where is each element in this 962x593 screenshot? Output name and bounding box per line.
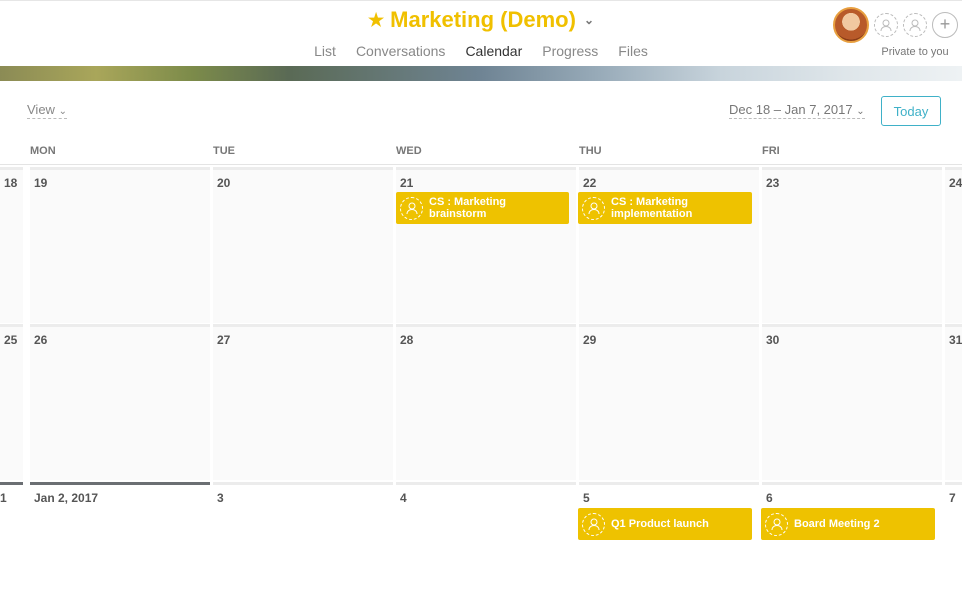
day-number: 26 <box>34 333 48 347</box>
calendar-day-cell[interactable]: 31 <box>945 324 962 480</box>
calendar-day-cell[interactable]: 29 <box>579 324 759 480</box>
day-number: 25 <box>4 333 18 347</box>
day-number: 24 <box>949 176 962 190</box>
plus-icon[interactable]: + <box>932 12 958 38</box>
day-number: Jan 2, 2017 <box>34 491 99 505</box>
calendar-day-cell[interactable]: 23 <box>762 167 942 323</box>
day-number: 21 <box>400 176 414 190</box>
user-placeholder-icon[interactable] <box>400 196 423 220</box>
calendar-event[interactable]: Board Meeting 2 <box>761 508 935 540</box>
calendar-day-cell[interactable]: 26 <box>30 324 210 480</box>
calendar-day-cell[interactable]: 25 <box>0 324 23 480</box>
avatar[interactable] <box>833 7 869 43</box>
calendar-event[interactable]: Q1 Product launch <box>578 508 752 540</box>
project-title-menu[interactable]: ★ Marketing (Demo) ⌄ <box>368 7 594 33</box>
calendar-day-cell[interactable]: 30 <box>762 324 942 480</box>
day-number: 28 <box>400 333 414 347</box>
user-placeholder-icon[interactable] <box>765 512 788 536</box>
day-number: 31 <box>949 333 962 347</box>
weekday-header: THU <box>579 145 602 157</box>
day-number: 6 <box>766 491 773 505</box>
calendar-day-cell[interactable]: 21 <box>396 167 576 323</box>
divider <box>0 164 962 165</box>
chevron-down-icon: ⌄ <box>856 106 865 117</box>
day-number: 4 <box>400 491 407 505</box>
calendar-day-cell[interactable]: 20 <box>213 167 393 323</box>
day-number: 29 <box>583 333 597 347</box>
day-number: 5 <box>583 491 590 505</box>
event-title: Q1 Product launch <box>611 518 709 530</box>
user-placeholder-icon[interactable] <box>582 196 605 220</box>
star-icon[interactable]: ★ <box>368 10 384 31</box>
calendar-event[interactable]: CS : Marketing brainstorm <box>396 192 569 224</box>
calendar-day-cell[interactable]: 1 <box>0 482 23 593</box>
user-placeholder-icon[interactable] <box>874 13 898 37</box>
event-title: CS : Marketing implementation <box>611 196 693 220</box>
date-range-dropdown[interactable]: Dec 18 – Jan 7, 2017 ⌄ <box>729 102 865 119</box>
day-number: 18 <box>4 176 18 190</box>
chevron-down-icon[interactable]: ⌄ <box>584 13 594 27</box>
privacy-label[interactable]: Private to you <box>870 46 960 58</box>
calendar-day-cell[interactable]: 18 <box>0 167 23 323</box>
calendar-day-cell[interactable]: 19 <box>30 167 210 323</box>
day-number: 3 <box>217 491 224 505</box>
day-number: 22 <box>583 176 597 190</box>
user-placeholder-icon[interactable] <box>582 512 605 536</box>
today-button[interactable]: Today <box>881 96 941 126</box>
calendar-day-cell[interactable]: 3 <box>213 482 393 593</box>
header-banner <box>0 66 962 81</box>
calendar-day-cell[interactable]: 28 <box>396 324 576 480</box>
weekday-header: WED <box>396 145 422 157</box>
day-number: 20 <box>217 176 231 190</box>
event-title: Board Meeting 2 <box>794 518 880 530</box>
calendar-day-cell-today[interactable]: Jan 2, 2017 <box>30 482 210 593</box>
day-number: 30 <box>766 333 780 347</box>
day-number: 1 <box>0 491 7 505</box>
weekday-header: TUE <box>213 145 235 157</box>
calendar-day-cell[interactable]: 22 <box>579 167 759 323</box>
day-number: 23 <box>766 176 780 190</box>
user-placeholder-icon[interactable] <box>903 13 927 37</box>
calendar-day-cell[interactable]: 7 <box>945 482 962 593</box>
view-dropdown[interactable]: View ⌄ <box>27 102 67 119</box>
calendar-day-cell[interactable]: 27 <box>213 324 393 480</box>
weekday-header: FRI <box>762 145 780 157</box>
project-header: ★ Marketing (Demo) ⌄ List Conversations … <box>0 0 962 69</box>
day-number: 27 <box>217 333 231 347</box>
event-title: CS : Marketing brainstorm <box>429 196 507 220</box>
calendar-day-cell[interactable]: 4 <box>396 482 576 593</box>
calendar-day-cell[interactable]: 24 <box>945 167 962 323</box>
calendar-event[interactable]: CS : Marketing implementation <box>578 192 752 224</box>
project-title: Marketing (Demo) <box>390 7 576 32</box>
day-number: 19 <box>34 176 48 190</box>
day-number: 7 <box>949 491 956 505</box>
chevron-down-icon: ⌄ <box>58 106 67 117</box>
weekday-header: MON <box>30 145 56 157</box>
